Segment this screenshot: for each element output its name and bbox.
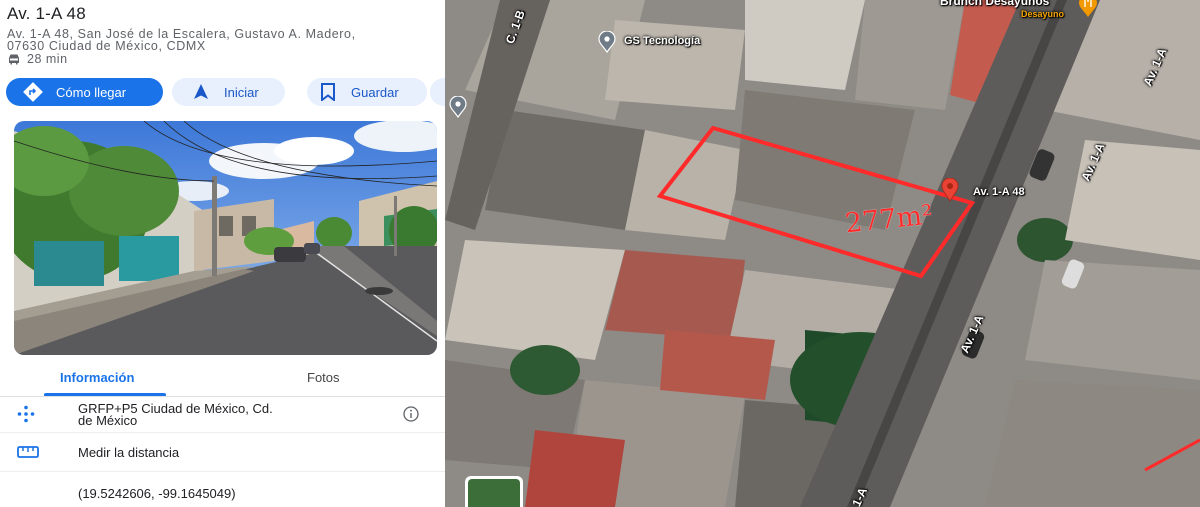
start-label: Iniciar bbox=[224, 84, 259, 100]
directions-label: Cómo llegar bbox=[56, 84, 127, 100]
restaurant-pin-label[interactable]: Brunch Desayunos bbox=[940, 0, 1049, 8]
plus-code-icon bbox=[17, 405, 35, 423]
restaurant-category-label: Desayuno bbox=[1021, 9, 1065, 19]
start-button[interactable]: Iniciar bbox=[172, 78, 285, 106]
directions-button[interactable]: Cómo llegar bbox=[6, 78, 163, 106]
address-line-2: 07630 Ciudad de México, CDMX bbox=[7, 39, 206, 53]
edge-pin-icon[interactable] bbox=[448, 96, 468, 118]
business-pin-icon[interactable] bbox=[597, 31, 617, 53]
restaurant-pin-icon[interactable] bbox=[1077, 0, 1099, 18]
place-pin-label[interactable]: Av. 1-A 48 bbox=[973, 186, 1025, 198]
tab-bar: Información Fotos bbox=[0, 364, 445, 397]
ruler-icon bbox=[17, 446, 39, 458]
bookmark-icon bbox=[317, 81, 339, 103]
car-icon bbox=[9, 54, 19, 65]
directions-icon bbox=[22, 81, 44, 103]
coordinates-text: (19.5242606, -99.1645049) bbox=[78, 486, 236, 501]
more-actions-chip[interactable] bbox=[430, 78, 445, 106]
tab-information[interactable]: Información bbox=[60, 370, 134, 385]
measure-distance-label: Medir la distancia bbox=[78, 445, 180, 460]
place-title: Av. 1-A 48 bbox=[7, 4, 86, 23]
drive-time: 28 min bbox=[7, 52, 68, 66]
save-label: Guardar bbox=[351, 84, 399, 100]
measure-distance-row[interactable]: Medir la distancia bbox=[0, 433, 445, 472]
coordinates-row[interactable]: (19.5242606, -99.1645049) bbox=[0, 472, 445, 507]
business-pin-label[interactable]: GS Tecnología bbox=[624, 35, 700, 47]
drive-time-text: 28 min bbox=[27, 52, 68, 66]
plus-code-row[interactable]: GRFP+P5 Ciudad de México, Cd. de México bbox=[0, 396, 445, 433]
navigation-arrow-icon bbox=[190, 81, 212, 103]
street-view-photo[interactable] bbox=[14, 121, 437, 355]
tab-photos[interactable]: Fotos bbox=[307, 370, 340, 385]
satellite-imagery bbox=[445, 0, 1200, 507]
satellite-map[interactable]: 277m² Av. 1-A 48 GS Tecnología Brunch De… bbox=[445, 0, 1200, 507]
place-pin-icon[interactable] bbox=[941, 178, 959, 202]
info-icon[interactable] bbox=[403, 406, 419, 422]
save-button[interactable]: Guardar bbox=[307, 78, 427, 106]
action-chips: Cómo llegar Iniciar Guardar bbox=[6, 78, 445, 106]
place-panel: Av. 1-A 48 Av. 1-A 48, San José de la Es… bbox=[0, 0, 445, 507]
plus-code-line-2: de México bbox=[78, 413, 138, 428]
